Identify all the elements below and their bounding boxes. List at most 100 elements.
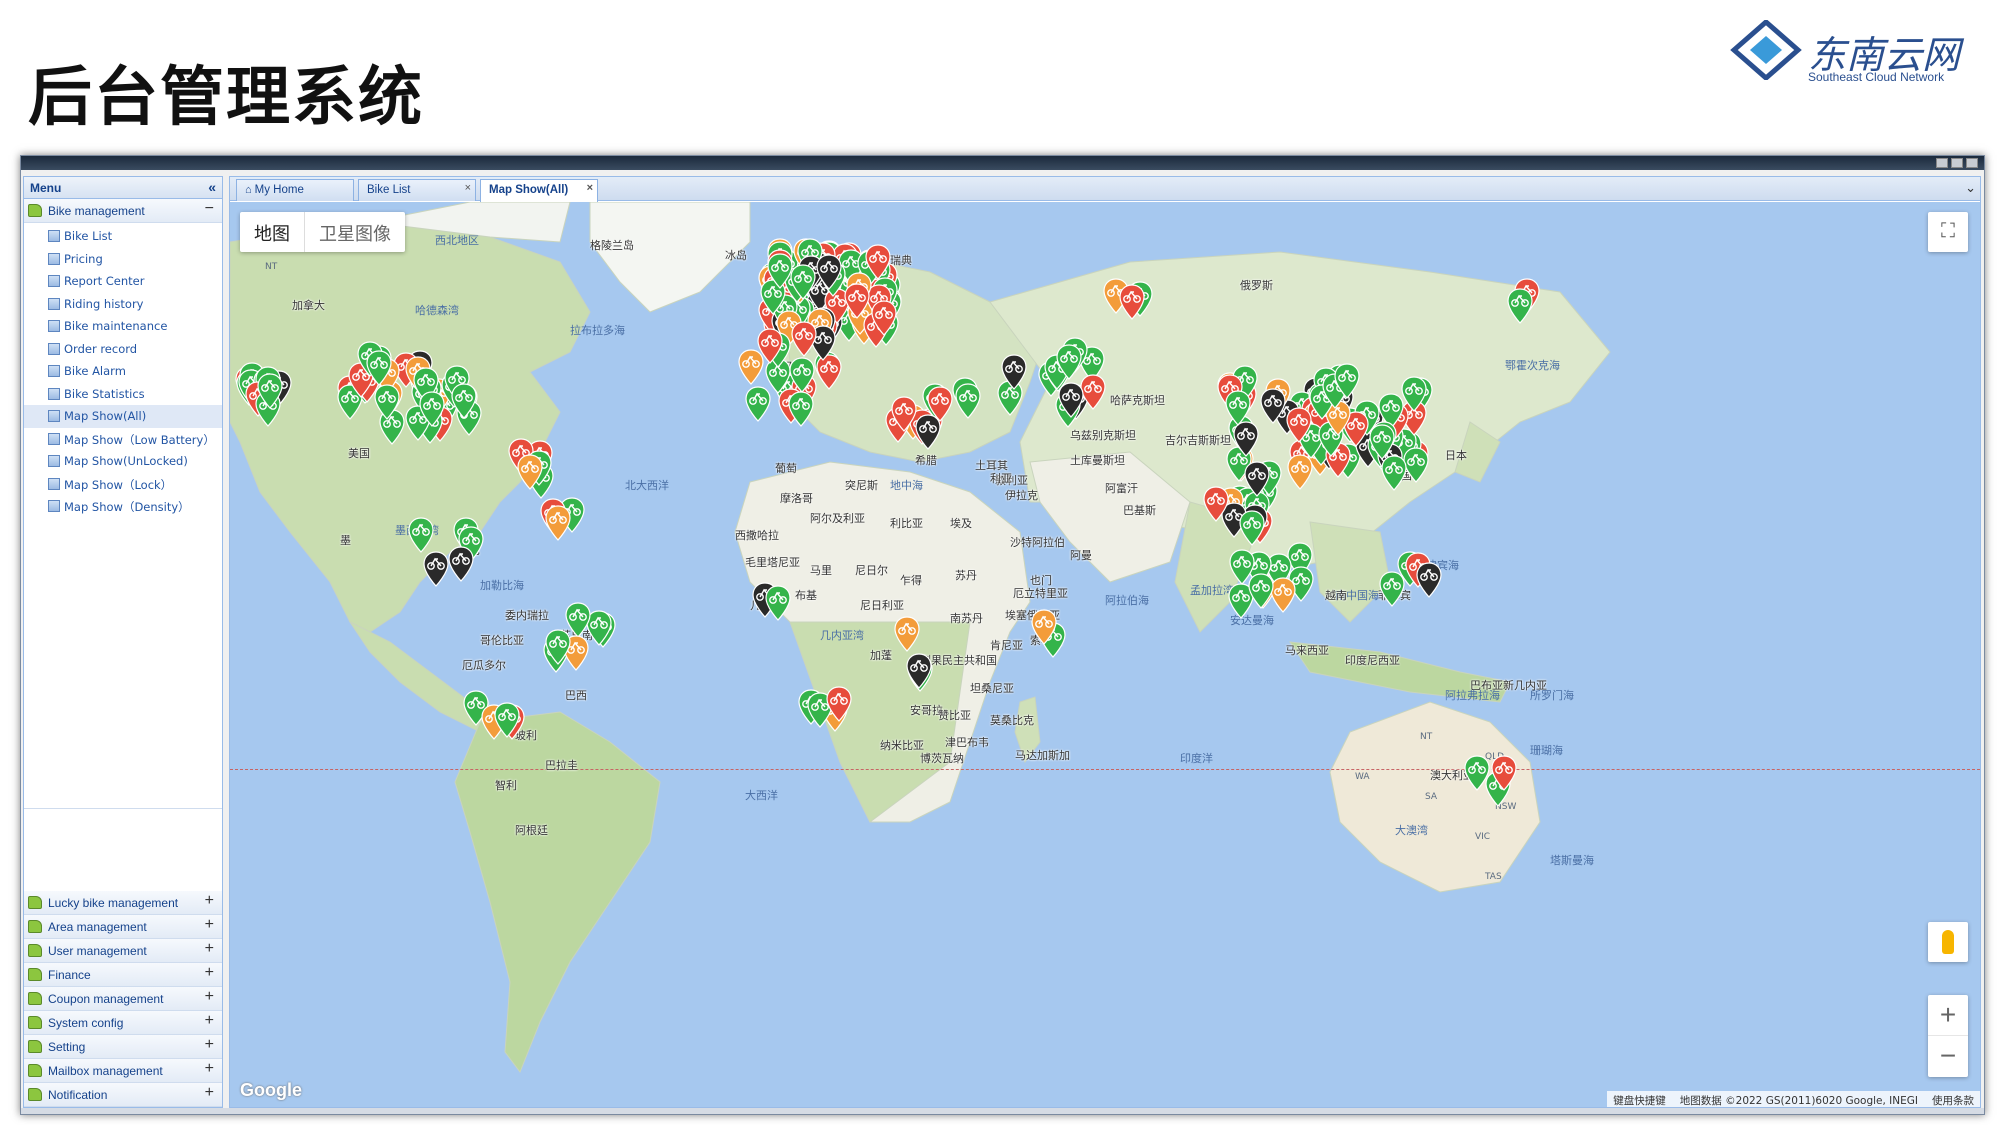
sidebar-item[interactable]: Bike List bbox=[24, 225, 222, 248]
zoom-in-button[interactable]: + bbox=[1928, 995, 1968, 1036]
sidebar-item[interactable]: Report Center bbox=[24, 270, 222, 293]
close-tab-icon[interactable]: × bbox=[465, 182, 471, 194]
group-expand-icon[interactable]: + bbox=[205, 1084, 214, 1102]
minimize-icon[interactable] bbox=[1936, 158, 1948, 168]
bike-marker-icon[interactable] bbox=[545, 628, 571, 670]
collapse-sidebar-icon[interactable]: « bbox=[208, 179, 216, 195]
close-tab-icon[interactable]: × bbox=[587, 182, 593, 194]
sidebar-group[interactable]: Finance + bbox=[24, 963, 222, 987]
bike-marker-icon[interactable] bbox=[1229, 549, 1255, 590]
bike-marker-icon[interactable] bbox=[1031, 609, 1057, 650]
bike-marker-icon[interactable] bbox=[1058, 382, 1084, 423]
bike-marker-icon[interactable] bbox=[865, 244, 891, 285]
bike-marker-icon[interactable] bbox=[745, 386, 771, 427]
bike-marker-icon[interactable] bbox=[826, 686, 853, 727]
sidebar-item[interactable]: Bike Statistics bbox=[24, 383, 222, 406]
bike-marker-icon[interactable] bbox=[844, 283, 870, 324]
bike-marker-icon[interactable] bbox=[1260, 388, 1286, 429]
bike-marker-icon[interactable] bbox=[1119, 284, 1145, 325]
sidebar-group[interactable]: Lucky bike management + bbox=[24, 891, 222, 915]
bike-marker-icon[interactable] bbox=[870, 300, 897, 341]
map-type-satellite[interactable]: 卫星图像 bbox=[305, 212, 405, 252]
close-window-icon[interactable] bbox=[1966, 158, 1978, 168]
sidebar-item[interactable]: Order record bbox=[24, 338, 222, 361]
bike-marker-icon[interactable] bbox=[257, 373, 283, 414]
keyboard-shortcuts-link[interactable]: 键盘快捷键 bbox=[1613, 1093, 1666, 1107]
tab-menu-icon[interactable]: ⌄ bbox=[1965, 180, 1976, 196]
bike-marker-icon[interactable] bbox=[545, 505, 571, 546]
bike-marker-icon[interactable] bbox=[1001, 354, 1027, 395]
world-map[interactable]: 格陵兰岛冰岛瑞典俄罗斯加拿大西北地区哈德森湾拉布拉多海NTON美国哈萨克斯坦蒙古… bbox=[230, 202, 1980, 1107]
sidebar-group[interactable]: Coupon management + bbox=[24, 987, 222, 1011]
bike-marker-icon[interactable] bbox=[494, 702, 520, 743]
sidebar-item[interactable]: Riding history bbox=[24, 293, 222, 316]
bike-marker-icon[interactable] bbox=[1270, 576, 1297, 618]
sidebar-group[interactable]: System config + bbox=[24, 1011, 222, 1035]
bike-marker-icon[interactable] bbox=[1203, 485, 1229, 527]
sidebar-item[interactable]: Bike Alarm bbox=[24, 360, 222, 383]
bike-marker-icon[interactable] bbox=[1507, 288, 1533, 329]
bike-marker-icon[interactable] bbox=[788, 391, 815, 432]
street-view-pegman-icon[interactable] bbox=[1928, 922, 1968, 962]
bike-marker-icon[interactable] bbox=[419, 390, 445, 432]
bike-marker-icon[interactable] bbox=[451, 383, 477, 424]
bike-marker-icon[interactable] bbox=[1379, 571, 1405, 612]
terms-link[interactable]: 使用条款 bbox=[1932, 1093, 1974, 1107]
bike-marker-icon[interactable] bbox=[517, 454, 543, 495]
bike-marker-icon[interactable] bbox=[1225, 389, 1251, 431]
bike-marker-icon[interactable] bbox=[1464, 755, 1490, 796]
tab-bike-list[interactable]: Bike List × bbox=[358, 179, 476, 201]
bike-marker-icon[interactable] bbox=[955, 383, 981, 424]
group-expand-icon[interactable]: + bbox=[205, 1012, 214, 1030]
sidebar-group[interactable]: User management + bbox=[24, 939, 222, 963]
bike-marker-icon[interactable] bbox=[366, 349, 393, 391]
bike-marker-icon[interactable] bbox=[1244, 460, 1270, 502]
sidebar-item[interactable]: Map Show(UnLocked) bbox=[24, 450, 222, 473]
sidebar-group[interactable]: Notification + bbox=[24, 1083, 222, 1107]
bike-marker-icon[interactable] bbox=[765, 585, 791, 626]
sidebar-group[interactable]: Mailbox management + bbox=[24, 1059, 222, 1083]
group-expand-icon[interactable]: + bbox=[205, 940, 214, 958]
tab-map-show-all[interactable]: Map Show(All) × bbox=[480, 179, 598, 202]
fullscreen-icon[interactable]: ⛶ bbox=[1928, 212, 1968, 252]
bike-marker-icon[interactable] bbox=[1286, 407, 1313, 448]
maximize-icon[interactable] bbox=[1951, 158, 1963, 168]
bike-marker-icon[interactable] bbox=[1080, 374, 1106, 415]
bike-marker-icon[interactable] bbox=[423, 551, 449, 592]
group-expand-icon[interactable]: + bbox=[205, 988, 214, 1006]
bike-marker-icon[interactable] bbox=[1334, 363, 1360, 404]
bike-marker-icon[interactable] bbox=[757, 328, 783, 369]
sidebar-item[interactable]: Bike maintenance bbox=[24, 315, 222, 338]
sidebar-group[interactable]: Area management + bbox=[24, 915, 222, 939]
bike-marker-icon[interactable] bbox=[1401, 376, 1427, 417]
group-bike-management[interactable]: Bike management − bbox=[24, 199, 222, 223]
bike-marker-icon[interactable] bbox=[791, 321, 817, 362]
sidebar-item[interactable]: Map Show(All) bbox=[24, 405, 222, 428]
group-expand-icon[interactable]: + bbox=[205, 916, 214, 934]
bike-marker-icon[interactable] bbox=[1416, 562, 1442, 603]
bike-marker-icon[interactable] bbox=[816, 254, 842, 295]
bike-marker-icon[interactable] bbox=[448, 546, 474, 587]
group-expand-icon[interactable]: + bbox=[205, 892, 214, 910]
group-expand-icon[interactable]: + bbox=[205, 964, 214, 982]
sidebar-item[interactable]: Map Show（Density） bbox=[24, 495, 222, 518]
bike-marker-icon[interactable] bbox=[891, 395, 917, 437]
bike-marker-icon[interactable] bbox=[894, 616, 920, 657]
group-expand-icon[interactable]: + bbox=[205, 1036, 214, 1054]
map-type-roadmap[interactable]: 地图 bbox=[240, 212, 305, 252]
bike-marker-icon[interactable] bbox=[914, 414, 941, 455]
bike-marker-icon[interactable] bbox=[1491, 755, 1517, 796]
sidebar-item[interactable]: Map Show（Lock） bbox=[24, 473, 222, 496]
tab-my-home[interactable]: ⌂ My Home bbox=[236, 179, 354, 201]
bike-marker-icon[interactable] bbox=[1381, 455, 1408, 496]
zoom-out-button[interactable]: − bbox=[1928, 1036, 1968, 1077]
group-collapse-icon[interactable]: − bbox=[205, 200, 214, 218]
bike-marker-icon[interactable] bbox=[790, 264, 816, 305]
bike-marker-icon[interactable] bbox=[906, 653, 932, 694]
sidebar-item[interactable]: Map Show（Low Battery） bbox=[24, 428, 222, 451]
group-expand-icon[interactable]: + bbox=[205, 1060, 214, 1078]
bike-marker-icon[interactable] bbox=[1056, 344, 1082, 385]
sidebar-group[interactable]: Setting + bbox=[24, 1035, 222, 1059]
sidebar-item[interactable]: Pricing bbox=[24, 248, 222, 271]
bike-marker-icon[interactable] bbox=[1239, 509, 1265, 551]
